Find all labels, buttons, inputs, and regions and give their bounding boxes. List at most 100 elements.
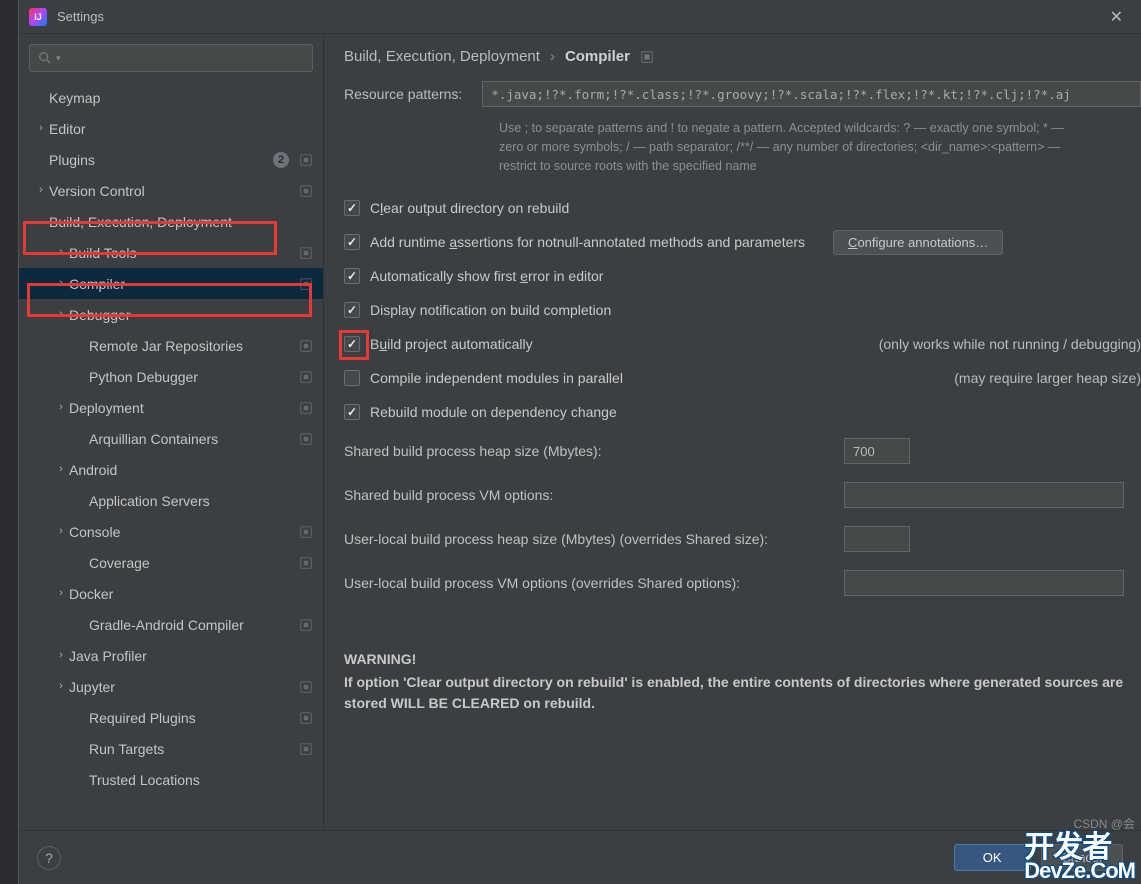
tree-item-label: Jupyter <box>69 679 295 695</box>
tree-item-docker[interactable]: ›Docker <box>19 578 323 609</box>
user-heap-label: User-local build process heap size (Mbyt… <box>344 531 844 547</box>
search-input[interactable]: ▾ <box>29 44 313 72</box>
tree-item-console[interactable]: ›Console <box>19 516 323 547</box>
tree-item-label: Build Tools <box>69 245 295 261</box>
chevron-icon[interactable]: › <box>53 587 69 599</box>
checkbox-icon[interactable] <box>344 200 360 216</box>
checkbox-display-notification[interactable]: Display notification on build completion <box>344 293 1141 327</box>
heap-size-label: Shared build process heap size (Mbytes): <box>344 443 844 459</box>
tree-item-label: Java Profiler <box>69 648 313 664</box>
tree-item-build-execution-deployment[interactable]: ⌄Build, Execution, Deployment <box>19 206 323 237</box>
tree-item-compiler[interactable]: ›Compiler <box>19 268 323 299</box>
tree-item-application-servers[interactable]: Application Servers <box>19 485 323 516</box>
tree-item-deployment[interactable]: ›Deployment <box>19 392 323 423</box>
heap-size-input[interactable] <box>844 438 910 464</box>
tree-item-debugger[interactable]: ›Debugger <box>19 299 323 330</box>
user-vm-label: User-local build process VM options (ove… <box>344 575 844 591</box>
content-panel: Build, Execution, Deployment › Compiler … <box>324 34 1141 830</box>
checkbox-note: (may require larger heap size) <box>954 370 1141 386</box>
tree-item-label: Debugger <box>69 307 313 323</box>
checkbox-icon[interactable] <box>344 336 360 352</box>
dialog-footer: ? OK Cancel <box>19 830 1141 884</box>
tree-item-label: Coverage <box>89 555 295 571</box>
vm-options-input[interactable] <box>844 482 1124 508</box>
tree-item-remote-jar-repositories[interactable]: Remote Jar Repositories <box>19 330 323 361</box>
tree-item-android[interactable]: ›Android <box>19 454 323 485</box>
checkbox-icon[interactable] <box>344 268 360 284</box>
chevron-icon[interactable]: › <box>53 246 69 258</box>
chevron-icon[interactable]: › <box>53 525 69 537</box>
breadcrumb-parent[interactable]: Build, Execution, Deployment <box>344 48 540 65</box>
tree-item-label: Deployment <box>69 400 295 416</box>
tree-item-label: Python Debugger <box>89 369 295 385</box>
tree-item-coverage[interactable]: Coverage <box>19 547 323 578</box>
checkbox-label: Rebuild module on dependency change <box>370 404 617 420</box>
titlebar: IJ Settings ✕ <box>19 0 1141 34</box>
settings-tree[interactable]: Keymap›EditorPlugins2›Version Control⌄Bu… <box>19 78 323 830</box>
tree-item-gradle-android-compiler[interactable]: Gradle-Android Compiler <box>19 609 323 640</box>
warning-block: WARNING! If option 'Clear output directo… <box>344 649 1141 714</box>
tree-item-plugins[interactable]: Plugins2 <box>19 144 323 175</box>
close-icon[interactable]: ✕ <box>1102 3 1131 31</box>
ok-button[interactable]: OK <box>954 844 1031 871</box>
checkbox-add-runtime-assertions[interactable]: Add runtime assertions for notnull-annot… <box>344 225 1141 259</box>
gear-icon <box>640 50 654 64</box>
user-vm-input[interactable] <box>844 570 1124 596</box>
tree-item-label: Docker <box>69 586 313 602</box>
tree-item-editor[interactable]: ›Editor <box>19 113 323 144</box>
checkbox-note: (only works while not running / debuggin… <box>879 336 1141 352</box>
badge: 2 <box>273 152 289 168</box>
chevron-icon[interactable]: › <box>53 649 69 661</box>
checkbox-label: Automatically show first error in editor <box>370 268 603 284</box>
checkbox-auto-show-first-error[interactable]: Automatically show first error in editor <box>344 259 1141 293</box>
chevron-icon[interactable]: › <box>53 401 69 413</box>
search-icon <box>38 51 52 65</box>
help-button[interactable]: ? <box>37 846 61 870</box>
tree-item-jupyter[interactable]: ›Jupyter <box>19 671 323 702</box>
cancel-button[interactable]: Cancel <box>1041 844 1123 871</box>
tree-item-build-tools[interactable]: ›Build Tools <box>19 237 323 268</box>
tree-item-label: Console <box>69 524 295 540</box>
dialog-body: ▾ Keymap›EditorPlugins2›Version Control⌄… <box>19 34 1141 830</box>
sidebar: ▾ Keymap›EditorPlugins2›Version Control⌄… <box>19 34 324 830</box>
tree-item-label: Version Control <box>49 183 295 199</box>
checkbox-label: Display notification on build completion <box>370 302 611 318</box>
checkbox-icon[interactable] <box>344 234 360 250</box>
chevron-right-icon: › <box>550 48 555 65</box>
tree-item-python-debugger[interactable]: Python Debugger <box>19 361 323 392</box>
tree-item-label: Trusted Locations <box>89 772 313 788</box>
checkbox-build-project-automatically[interactable]: Build project automatically (only works … <box>344 327 1141 361</box>
tree-item-label: Android <box>69 462 313 478</box>
tree-item-label: Keymap <box>49 90 313 106</box>
checkbox-clear-output[interactable]: Clear output directory on rebuild <box>344 191 1141 225</box>
chevron-icon[interactable]: › <box>33 122 49 134</box>
chevron-icon[interactable]: › <box>33 184 49 196</box>
chevron-icon[interactable]: › <box>53 277 69 289</box>
chevron-icon[interactable]: › <box>53 308 69 320</box>
breadcrumb-current: Compiler <box>565 48 630 65</box>
tree-item-required-plugins[interactable]: Required Plugins <box>19 702 323 733</box>
chevron-icon[interactable]: › <box>53 463 69 475</box>
tree-item-arquillian-containers[interactable]: Arquillian Containers <box>19 423 323 454</box>
checkbox-rebuild-on-dependency-change[interactable]: Rebuild module on dependency change <box>344 395 1141 429</box>
checkbox-icon[interactable] <box>344 404 360 420</box>
checkbox-compile-parallel[interactable]: Compile independent modules in parallel … <box>344 361 1141 395</box>
tree-item-label: Build, Execution, Deployment <box>49 214 313 230</box>
user-heap-input[interactable] <box>844 526 910 552</box>
resource-patterns-input[interactable] <box>482 81 1141 107</box>
checkbox-icon[interactable] <box>344 302 360 318</box>
checkbox-label: Compile independent modules in parallel <box>370 370 623 386</box>
tree-item-java-profiler[interactable]: ›Java Profiler <box>19 640 323 671</box>
warning-title: WARNING! <box>344 649 1141 670</box>
tree-item-keymap[interactable]: Keymap <box>19 82 323 113</box>
tree-item-label: Editor <box>49 121 313 137</box>
chevron-icon[interactable]: › <box>53 680 69 692</box>
chevron-icon[interactable]: ⌄ <box>33 214 49 227</box>
configure-annotations-button[interactable]: Configure annotations… <box>833 230 1003 255</box>
tree-item-version-control[interactable]: ›Version Control <box>19 175 323 206</box>
tree-item-trusted-locations[interactable]: Trusted Locations <box>19 764 323 795</box>
checkbox-icon[interactable] <box>344 370 360 386</box>
tree-item-label: Compiler <box>69 276 295 292</box>
settings-dialog: IJ Settings ✕ ▾ Keymap›EditorPlugins2›Ve… <box>18 0 1141 884</box>
tree-item-run-targets[interactable]: Run Targets <box>19 733 323 764</box>
